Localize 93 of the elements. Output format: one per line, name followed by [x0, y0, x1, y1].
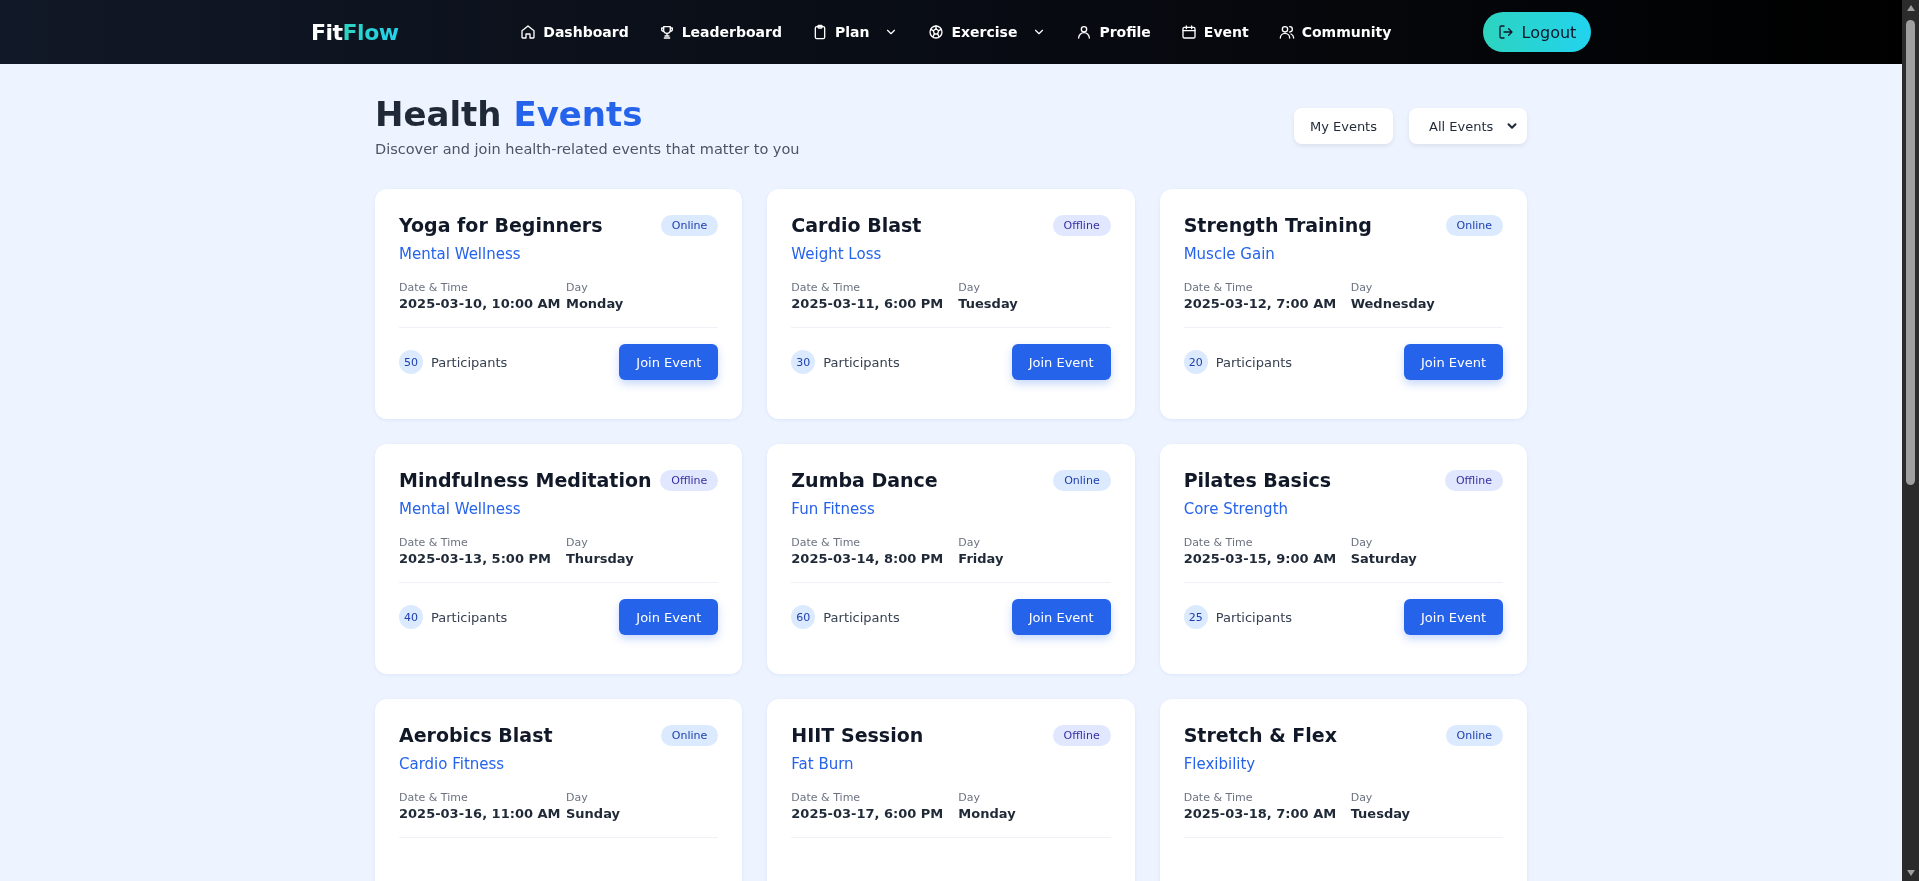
event-title: Strength Training	[1183, 212, 1372, 238]
event-category: Mental Wellness	[399, 500, 522, 519]
date-time: 2025-03-11, 6:00 PM	[791, 296, 945, 312]
participant-count: 25	[1183, 605, 1208, 630]
date-time: 2025-03-12, 7:00 AM	[1183, 296, 1338, 312]
participants-label: Participants	[823, 355, 900, 370]
day-value: Saturday	[1350, 551, 1417, 567]
participants-label: Participants	[1215, 610, 1293, 625]
nav-link[interactable]: Plan	[811, 24, 899, 40]
day-value: Thursday	[566, 551, 634, 567]
event-title: Cardio Blast	[791, 212, 922, 238]
join-event-button[interactable]: Join Event	[619, 344, 719, 381]
date-time: 2025-03-13, 5:00 PM	[399, 551, 552, 567]
date-label: Date & Time	[791, 536, 862, 550]
day-label: Day	[1350, 791, 1374, 805]
event-category: Fun Fitness	[791, 500, 876, 519]
day-label: Day	[958, 536, 982, 550]
event-title: Stretch & Flex	[1183, 722, 1337, 748]
nav-link[interactable]: Leaderboard	[658, 24, 782, 40]
date-time: 2025-03-14, 8:00 PM	[791, 551, 945, 567]
date-time: 2025-03-17, 6:00 PM	[791, 806, 945, 822]
date-time: 2025-03-10, 10:00 AM	[399, 296, 562, 312]
event-category: Core Strength	[1183, 500, 1290, 519]
date-label: Date & Time	[399, 281, 469, 295]
status-badge: Online	[1445, 214, 1503, 236]
day-value: Friday	[958, 551, 1004, 567]
day-label: Day	[566, 536, 589, 550]
date-label: Date & Time	[1183, 791, 1254, 805]
logout-button[interactable]: Logout	[1483, 12, 1591, 52]
event-title: Mindfulness Meditation	[399, 467, 652, 493]
status-badge: Offline	[1444, 469, 1503, 491]
participant-count: 60	[791, 605, 816, 630]
day-label: Day	[1350, 536, 1374, 550]
status-badge: Offline	[660, 469, 719, 491]
event-title: Aerobics Blast	[399, 722, 553, 748]
my-events-button[interactable]: My Events	[1293, 108, 1393, 144]
event-category: Mental Wellness	[399, 245, 522, 264]
status-badge: Online	[660, 724, 719, 746]
status-badge: Offline	[1052, 724, 1111, 746]
participant-count: 50	[399, 350, 423, 375]
date-time: 2025-03-16, 11:00 AM	[399, 806, 562, 822]
day-value: Wednesday	[1350, 296, 1435, 312]
status-badge: Online	[1445, 724, 1503, 746]
day-value: Tuesday	[958, 296, 1018, 312]
participants-label: Participants	[431, 610, 508, 625]
participants-label: Participants	[1215, 355, 1293, 370]
status-badge: Offline	[1052, 214, 1111, 236]
event-title: Zumba Dance	[791, 467, 938, 493]
day-label: Day	[958, 281, 982, 295]
date-time: 2025-03-15, 9:00 AM	[1183, 551, 1338, 567]
join-event-button[interactable]: Join Event	[619, 599, 719, 636]
nav-link[interactable]: Exercise	[928, 24, 1047, 40]
participants-label: Participants	[823, 610, 900, 625]
nav-link[interactable]: Community	[1278, 24, 1392, 40]
participant-count: 20	[1183, 350, 1208, 375]
event-category: Muscle Gain	[1183, 245, 1276, 264]
join-event-button[interactable]: Join Event	[1404, 344, 1503, 381]
join-event-button[interactable]: Join Event	[1404, 599, 1503, 636]
event-category: Flexibility	[1183, 755, 1257, 774]
event-category: Cardio Fitness	[399, 755, 506, 774]
date-label: Date & Time	[1183, 536, 1254, 550]
status-badge: Online	[1053, 469, 1111, 491]
day-value: Monday	[566, 296, 624, 312]
join-event-button[interactable]: Join Event	[1011, 344, 1111, 381]
event-title: Pilates Basics	[1183, 467, 1332, 493]
date-label: Date & Time	[399, 791, 469, 805]
event-title: Yoga for Beginners	[399, 212, 603, 238]
day-label: Day	[958, 791, 982, 805]
join-event-button[interactable]: Join Event	[1011, 599, 1111, 636]
date-label: Date & Time	[791, 281, 862, 295]
nav-link[interactable]: Dashboard	[520, 24, 629, 40]
event-category: Fat Burn	[791, 755, 855, 774]
page-title: Health Events	[375, 94, 644, 135]
participant-count: 40	[399, 605, 423, 630]
nav-link[interactable]: Event	[1180, 24, 1249, 40]
date-label: Date & Time	[1183, 281, 1254, 295]
participants-label: Participants	[431, 355, 508, 370]
status-badge: Online	[660, 214, 719, 236]
day-value: Monday	[958, 806, 1016, 822]
participant-count: 30	[791, 350, 816, 375]
event-category: Weight Loss	[791, 245, 883, 264]
day-value: Tuesday	[1350, 806, 1411, 822]
event-filter-dropdown[interactable]: All Events	[1409, 108, 1527, 144]
date-time: 2025-03-18, 7:00 AM	[1183, 806, 1338, 822]
nav-link[interactable]: Profile	[1076, 24, 1151, 40]
date-label: Date & Time	[791, 791, 862, 805]
page-subtitle: Discover and join health-related events that matter to you	[375, 140, 800, 157]
day-label: Day	[1350, 281, 1374, 295]
event-title: HIIT Session	[791, 722, 924, 748]
date-label: Date & Time	[399, 536, 469, 550]
day-value: Sunday	[566, 806, 621, 822]
day-label: Day	[566, 791, 589, 805]
day-label: Day	[566, 281, 589, 295]
